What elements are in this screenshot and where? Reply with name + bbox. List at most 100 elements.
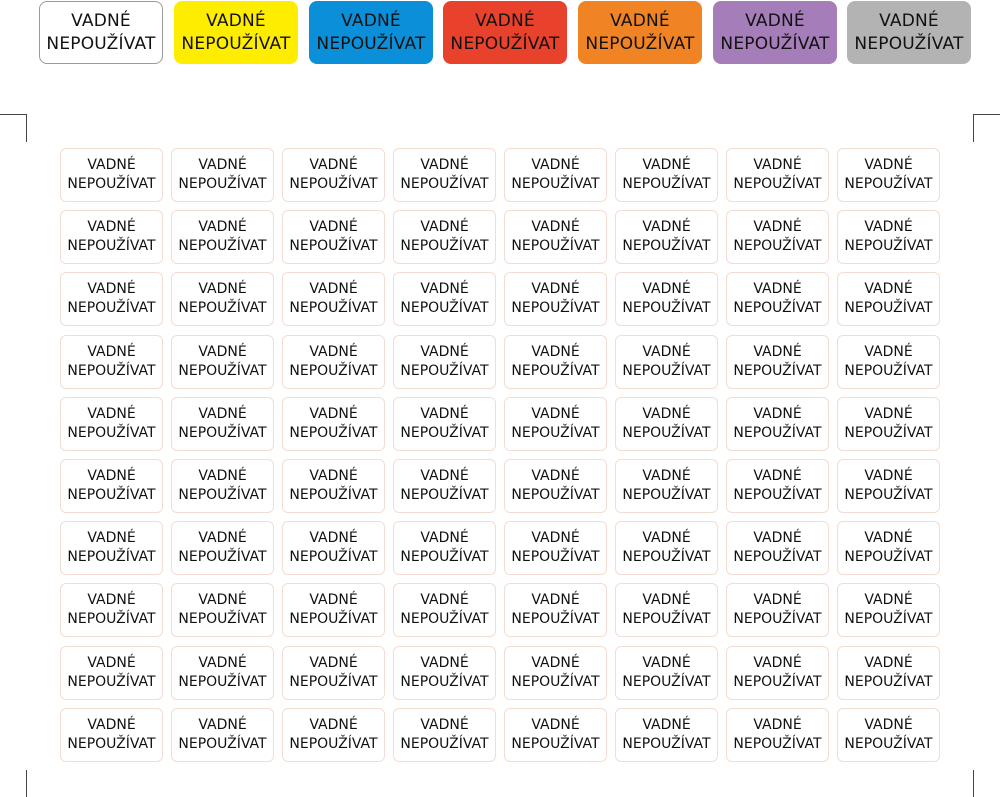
- sticker-line-1: VADNÉ: [87, 219, 136, 235]
- sticker-label: VADNÉ NEPOUŽÍVAT: [726, 583, 829, 637]
- sticker-line-1: VADNÉ: [309, 717, 358, 733]
- sticker-line-2: NEPOUŽÍVAT: [178, 736, 267, 752]
- sticker-label: VADNÉ NEPOUŽÍVAT: [60, 459, 163, 513]
- sticker-line-2: NEPOUŽÍVAT: [289, 674, 378, 690]
- color-swatch: VADNÉ NEPOUŽÍVAT: [39, 1, 163, 64]
- sticker-line-1: VADNÉ: [198, 468, 247, 484]
- sticker-line-2: NEPOUŽÍVAT: [289, 736, 378, 752]
- swatch-line-2: NEPOUŽÍVAT: [46, 33, 156, 54]
- sticker-line-2: NEPOUŽÍVAT: [511, 363, 600, 379]
- sticker-line-1: VADNÉ: [87, 530, 136, 546]
- sticker-line-2: NEPOUŽÍVAT: [400, 238, 489, 254]
- sticker-line-1: VADNÉ: [198, 530, 247, 546]
- sticker-label: VADNÉ NEPOUŽÍVAT: [171, 583, 274, 637]
- swatch-line-1: VADNÉ: [341, 10, 401, 31]
- sticker-label: VADNÉ NEPOUŽÍVAT: [837, 397, 940, 451]
- sticker-line-1: VADNÉ: [87, 344, 136, 360]
- sticker-label: VADNÉ NEPOUŽÍVAT: [615, 148, 718, 202]
- sticker-line-2: NEPOUŽÍVAT: [733, 238, 822, 254]
- sticker-line-1: VADNÉ: [420, 406, 469, 422]
- sticker-label: VADNÉ NEPOUŽÍVAT: [837, 708, 940, 762]
- sticker-line-1: VADNÉ: [642, 592, 691, 608]
- sticker-line-1: VADNÉ: [198, 717, 247, 733]
- sticker-line-2: NEPOUŽÍVAT: [67, 487, 156, 503]
- sticker-label: VADNÉ NEPOUŽÍVAT: [837, 583, 940, 637]
- sticker-label: VADNÉ NEPOUŽÍVAT: [282, 583, 385, 637]
- sticker-label: VADNÉ NEPOUŽÍVAT: [837, 646, 940, 700]
- sticker-line-1: VADNÉ: [864, 281, 913, 297]
- sticker-line-2: NEPOUŽÍVAT: [400, 611, 489, 627]
- swatch-line-2: NEPOUŽÍVAT: [181, 33, 291, 54]
- sticker-line-2: NEPOUŽÍVAT: [289, 300, 378, 316]
- sticker-line-2: NEPOUŽÍVAT: [733, 300, 822, 316]
- sticker-line-2: NEPOUŽÍVAT: [67, 300, 156, 316]
- sticker-line-2: NEPOUŽÍVAT: [289, 487, 378, 503]
- sticker-label: VADNÉ NEPOUŽÍVAT: [504, 708, 607, 762]
- sticker-label: VADNÉ NEPOUŽÍVAT: [282, 210, 385, 264]
- sticker-line-2: NEPOUŽÍVAT: [178, 238, 267, 254]
- sticker-label: VADNÉ NEPOUŽÍVAT: [393, 335, 496, 389]
- sticker-line-1: VADNÉ: [531, 655, 580, 671]
- sticker-line-1: VADNÉ: [87, 717, 136, 733]
- sticker-line-1: VADNÉ: [420, 717, 469, 733]
- sticker-line-2: NEPOUŽÍVAT: [844, 549, 933, 565]
- sticker-label: VADNÉ NEPOUŽÍVAT: [726, 708, 829, 762]
- sticker-label: VADNÉ NEPOUŽÍVAT: [615, 397, 718, 451]
- sticker-line-1: VADNÉ: [309, 219, 358, 235]
- sticker-label: VADNÉ NEPOUŽÍVAT: [171, 210, 274, 264]
- sticker-line-1: VADNÉ: [309, 592, 358, 608]
- sticker-label: VADNÉ NEPOUŽÍVAT: [504, 148, 607, 202]
- sticker-label: VADNÉ NEPOUŽÍVAT: [393, 459, 496, 513]
- sticker-label: VADNÉ NEPOUŽÍVAT: [393, 210, 496, 264]
- sticker-label: VADNÉ NEPOUŽÍVAT: [60, 335, 163, 389]
- sticker-line-1: VADNÉ: [198, 219, 247, 235]
- sticker-label: VADNÉ NEPOUŽÍVAT: [837, 521, 940, 575]
- sticker-line-2: NEPOUŽÍVAT: [733, 611, 822, 627]
- sticker-line-2: NEPOUŽÍVAT: [511, 674, 600, 690]
- sticker-line-2: NEPOUŽÍVAT: [289, 176, 378, 192]
- sticker-label: VADNÉ NEPOUŽÍVAT: [615, 521, 718, 575]
- sticker-line-2: NEPOUŽÍVAT: [511, 300, 600, 316]
- sticker-line-2: NEPOUŽÍVAT: [844, 238, 933, 254]
- sticker-label: VADNÉ NEPOUŽÍVAT: [393, 583, 496, 637]
- sticker-line-1: VADNÉ: [531, 717, 580, 733]
- sticker-line-2: NEPOUŽÍVAT: [67, 736, 156, 752]
- sticker-line-2: NEPOUŽÍVAT: [622, 425, 711, 441]
- sticker-line-1: VADNÉ: [87, 281, 136, 297]
- sticker-line-2: NEPOUŽÍVAT: [178, 363, 267, 379]
- sticker-line-2: NEPOUŽÍVAT: [289, 363, 378, 379]
- sticker-label: VADNÉ NEPOUŽÍVAT: [60, 708, 163, 762]
- sticker-line-1: VADNÉ: [642, 219, 691, 235]
- sticker-label: VADNÉ NEPOUŽÍVAT: [393, 397, 496, 451]
- sticker-label: VADNÉ NEPOUŽÍVAT: [837, 335, 940, 389]
- sticker-line-2: NEPOUŽÍVAT: [178, 300, 267, 316]
- sticker-line-1: VADNÉ: [420, 655, 469, 671]
- sticker-line-2: NEPOUŽÍVAT: [622, 238, 711, 254]
- sticker-line-2: NEPOUŽÍVAT: [511, 176, 600, 192]
- sticker-line-1: VADNÉ: [420, 530, 469, 546]
- sticker-line-2: NEPOUŽÍVAT: [289, 425, 378, 441]
- sticker-line-1: VADNÉ: [198, 406, 247, 422]
- sticker-line-1: VADNÉ: [753, 344, 802, 360]
- sticker-line-1: VADNÉ: [642, 344, 691, 360]
- sticker-line-1: VADNÉ: [420, 281, 469, 297]
- sticker-label: VADNÉ NEPOUŽÍVAT: [615, 708, 718, 762]
- sticker-label: VADNÉ NEPOUŽÍVAT: [282, 521, 385, 575]
- sticker-line-2: NEPOUŽÍVAT: [511, 238, 600, 254]
- sticker-line-1: VADNÉ: [642, 530, 691, 546]
- sticker-label: VADNÉ NEPOUŽÍVAT: [726, 210, 829, 264]
- sticker-line-1: VADNÉ: [531, 468, 580, 484]
- sticker-line-1: VADNÉ: [309, 530, 358, 546]
- sticker-line-2: NEPOUŽÍVAT: [67, 425, 156, 441]
- sticker-line-2: NEPOUŽÍVAT: [511, 611, 600, 627]
- sticker-line-2: NEPOUŽÍVAT: [400, 300, 489, 316]
- sticker-line-1: VADNÉ: [87, 157, 136, 173]
- sticker-line-1: VADNÉ: [309, 281, 358, 297]
- sticker-label: VADNÉ NEPOUŽÍVAT: [171, 459, 274, 513]
- sticker-label: VADNÉ NEPOUŽÍVAT: [60, 210, 163, 264]
- sticker-line-1: VADNÉ: [864, 655, 913, 671]
- sticker-label: VADNÉ NEPOUŽÍVAT: [60, 521, 163, 575]
- sticker-label: VADNÉ NEPOUŽÍVAT: [171, 335, 274, 389]
- sticker-label: VADNÉ NEPOUŽÍVAT: [837, 272, 940, 326]
- swatch-line-2: NEPOUŽÍVAT: [854, 33, 964, 54]
